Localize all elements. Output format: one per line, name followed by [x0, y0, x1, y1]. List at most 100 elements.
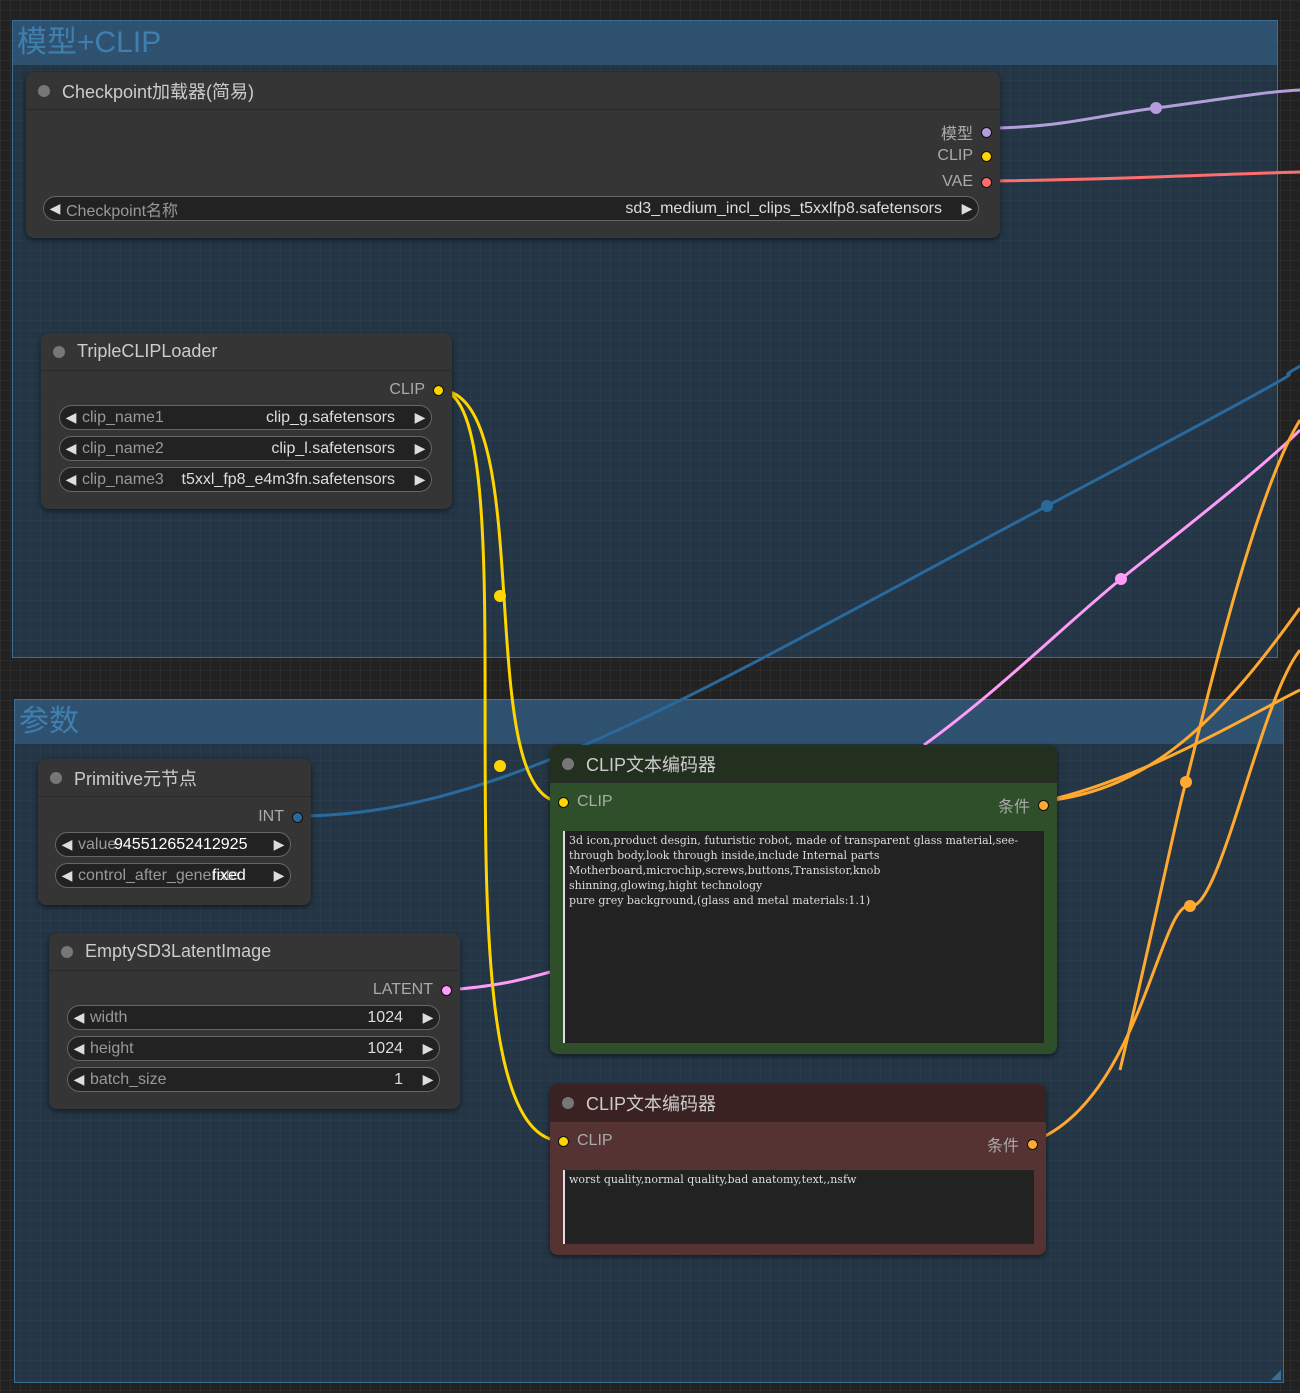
number-width[interactable]: ◀ width 1024 ▶ [67, 1005, 440, 1030]
socket-dot-icon[interactable] [441, 984, 452, 996]
widget-value: sd3_medium_incl_clips_t5xxlfp8.safetenso… [625, 199, 942, 217]
widget-name: width [90, 1008, 128, 1026]
arrow-right-icon[interactable]: ▶ [417, 1071, 439, 1088]
node-triple-clip-loader[interactable]: TripleCLIPLoader CLIP ◀ clip_name1 clip_… [41, 333, 452, 509]
socket-dot-icon[interactable] [1038, 799, 1049, 811]
arrow-left-icon[interactable]: ◀ [44, 200, 66, 217]
widget-name: clip_name3 [82, 470, 164, 488]
node-title-bar[interactable]: EmptySD3LatentImage [49, 933, 460, 971]
node-empty-sd3-latent[interactable]: EmptySD3LatentImage LATENT ◀ width 1024 … [49, 933, 460, 1109]
output-conditioning[interactable]: 条件 [998, 793, 1049, 817]
arrow-right-icon[interactable]: ▶ [409, 471, 431, 488]
number-height[interactable]: ◀ height 1024 ▶ [67, 1036, 440, 1061]
collapse-dot-icon[interactable] [53, 345, 65, 358]
output-clip[interactable]: CLIP [389, 381, 444, 399]
widget-value: fixed [212, 866, 246, 884]
output-label: CLIP [937, 147, 973, 164]
collapse-dot-icon[interactable] [562, 1096, 574, 1109]
node-title-bar[interactable]: Primitive元节点 [38, 759, 311, 797]
arrow-right-icon[interactable]: ▶ [417, 1009, 439, 1026]
output-label: CLIP [389, 381, 425, 398]
combo-checkpoint-name[interactable]: ◀ Checkpoint名称 sd3_medium_incl_clips_t5x… [43, 196, 979, 221]
socket-dot-icon[interactable] [1027, 1138, 1038, 1150]
widget-name: value [78, 835, 117, 853]
output-model[interactable]: 模型 [941, 120, 992, 144]
output-label: VAE [942, 173, 973, 190]
arrow-left-icon[interactable]: ◀ [60, 471, 82, 488]
arrow-right-icon[interactable]: ▶ [409, 440, 431, 457]
node-title-bar[interactable]: Checkpoint加载器(简易) [26, 72, 1000, 110]
output-latent[interactable]: LATENT [373, 981, 452, 999]
node-title-bar[interactable]: CLIP文本编码器 [550, 1084, 1046, 1122]
prompt-textarea[interactable]: worst quality,normal quality,bad anatomy… [563, 1170, 1034, 1244]
input-clip[interactable]: CLIP [558, 793, 613, 811]
arrow-right-icon[interactable]: ▶ [417, 1040, 439, 1057]
socket-dot-icon[interactable] [292, 811, 303, 823]
widget-value: t5xxl_fp8_e4m3fn.safetensors [181, 470, 395, 488]
input-label: CLIP [577, 793, 613, 810]
input-clip[interactable]: CLIP [558, 1132, 613, 1150]
socket-dot-icon[interactable] [433, 384, 444, 396]
node-checkpoint-loader[interactable]: Checkpoint加载器(简易) 模型 CLIP VAE ◀ Checkpoi… [26, 72, 1000, 238]
output-int[interactable]: INT [258, 808, 303, 826]
collapse-dot-icon[interactable] [61, 945, 73, 958]
node-clip-text-encode-positive[interactable]: CLIP文本编码器 CLIP 条件 3d icon,product desgin… [550, 745, 1057, 1054]
node-title: CLIP文本编码器 [586, 1093, 717, 1114]
output-conditioning[interactable]: 条件 [987, 1132, 1038, 1156]
arrow-right-icon[interactable]: ▶ [409, 409, 431, 426]
widget-name: clip_name1 [82, 408, 164, 426]
number-batch-size[interactable]: ◀ batch_size 1 ▶ [67, 1067, 440, 1092]
resize-handle[interactable] [1271, 1370, 1281, 1380]
combo-control-after-generate[interactable]: ◀ control_after_generate fixed ▶ [55, 863, 291, 888]
collapse-dot-icon[interactable] [50, 771, 62, 784]
widget-value: clip_g.safetensors [266, 408, 395, 426]
arrow-left-icon[interactable]: ◀ [68, 1071, 90, 1088]
widget-value: 945512652412925 [114, 835, 248, 853]
node-title: CLIP文本编码器 [586, 754, 717, 775]
collapse-dot-icon[interactable] [562, 757, 574, 770]
output-label: 模型 [940, 126, 973, 143]
node-title: EmptySD3LatentImage [85, 941, 272, 961]
input-label: CLIP [577, 1132, 613, 1149]
combo-clip-name2[interactable]: ◀ clip_name2 clip_l.safetensors ▶ [59, 436, 432, 461]
collapse-dot-icon[interactable] [38, 84, 50, 97]
output-label: LATENT [372, 981, 433, 998]
node-title-bar[interactable]: CLIP文本编码器 [550, 745, 1057, 783]
socket-dot-icon[interactable] [981, 126, 992, 138]
widget-name: height [90, 1039, 134, 1057]
node-title: Primitive元节点 [74, 768, 198, 789]
arrow-left-icon[interactable]: ◀ [68, 1040, 90, 1057]
widget-name: batch_size [90, 1070, 167, 1088]
widget-name: clip_name2 [82, 439, 164, 457]
combo-clip-name3[interactable]: ◀ clip_name3 t5xxl_fp8_e4m3fn.safetensor… [59, 467, 432, 492]
widget-name: Checkpoint名称 [66, 202, 179, 220]
arrow-right-icon[interactable]: ▶ [268, 836, 290, 853]
arrow-left-icon[interactable]: ◀ [60, 440, 82, 457]
arrow-right-icon[interactable]: ▶ [268, 867, 290, 884]
output-vae[interactable]: VAE [942, 173, 992, 191]
prompt-textarea[interactable]: 3d icon,product desgin, futuristic robot… [563, 831, 1044, 1043]
number-value[interactable]: ◀ value 945512652412925 ▶ [55, 832, 291, 857]
socket-dot-icon[interactable] [558, 796, 569, 808]
node-primitive[interactable]: Primitive元节点 INT ◀ value 945512652412925… [38, 759, 311, 905]
combo-clip-name1[interactable]: ◀ clip_name1 clip_g.safetensors ▶ [59, 405, 432, 430]
arrow-left-icon[interactable]: ◀ [56, 836, 78, 853]
widget-value: clip_l.safetensors [271, 439, 395, 457]
output-clip[interactable]: CLIP [937, 147, 992, 165]
group-title: 参数 [15, 700, 1283, 744]
arrow-right-icon[interactable]: ▶ [956, 200, 978, 217]
node-title: TripleCLIPLoader [77, 341, 218, 361]
output-label: INT [258, 808, 284, 825]
socket-dot-icon[interactable] [981, 176, 992, 188]
output-label: 条件 [986, 1138, 1019, 1155]
arrow-left-icon[interactable]: ◀ [60, 409, 82, 426]
widget-value: 1024 [367, 1039, 403, 1057]
node-title-bar[interactable]: TripleCLIPLoader [41, 333, 452, 371]
node-clip-text-encode-negative[interactable]: CLIP文本编码器 CLIP 条件 worst quality,normal q… [550, 1084, 1046, 1255]
node-title: Checkpoint加载器(简易) [62, 81, 255, 102]
socket-dot-icon[interactable] [981, 150, 992, 162]
socket-dot-icon[interactable] [558, 1135, 569, 1147]
group-title: 模型+CLIP [13, 21, 1277, 65]
arrow-left-icon[interactable]: ◀ [56, 867, 78, 884]
arrow-left-icon[interactable]: ◀ [68, 1009, 90, 1026]
